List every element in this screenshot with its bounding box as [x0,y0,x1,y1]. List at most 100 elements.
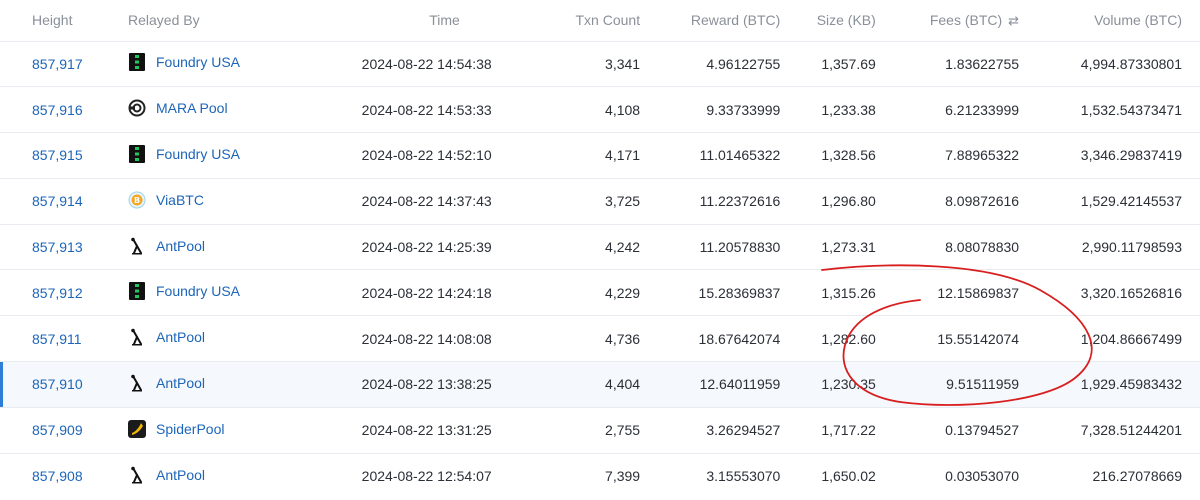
pool-link[interactable]: AntPool [156,467,205,483]
cell-fees: 0.13794527 [945,422,1020,439]
cell-size: 1,650.02 [821,468,876,485]
cell-height: 857,917 [0,41,126,87]
cell-size: 1,233.38 [821,101,876,118]
pool-link[interactable]: AntPool [156,238,205,254]
cell-volume: 1,532.54373471 [1080,101,1182,118]
cell-size: 1,717.22 [821,422,876,439]
cell-volume: 1,204.86667499 [1080,330,1182,347]
cell-volume: 7,328.51244201 [1080,422,1182,439]
cell-size: 1,282.60 [821,330,876,347]
block-height-link[interactable]: 857,910 [32,376,83,392]
cell-fees: 15.55142074 [937,330,1020,347]
antpool-icon [128,466,146,484]
table-row[interactable]: 857,908 AntPool 2024-08-22 12:54:07 7,399 3.… [0,453,1200,499]
cell-height: 857,911 [0,316,126,362]
svg-text:B: B [134,196,140,205]
viabtc-icon: B [128,191,146,209]
pool-link[interactable]: AntPool [156,375,205,391]
cell-volume: 1,929.45983432 [1080,376,1182,393]
cell-txn-count: 4,171 [605,147,641,164]
spiderpool-icon [127,419,146,438]
antpool-icon [128,374,146,392]
cell-relayed-by: AntPool [126,316,360,362]
cell-relayed-by: Foundry USA [126,270,360,316]
cell-time: 2024-08-22 14:52:10 [361,147,492,164]
column-header-volume[interactable]: Volume (BTC) [1019,0,1200,41]
cell-size: 1,230.35 [821,376,876,393]
cell-fees: 6.21233999 [945,101,1020,118]
cell-time: 2024-08-22 14:53:33 [361,101,492,118]
blocks-table: Height Relayed By Time Txn Count Reward … [0,0,1200,499]
cell-volume: 4,994.87330801 [1080,55,1182,72]
cell-txn-count: 7,399 [605,468,641,485]
antpool-icon [128,237,146,255]
pool-link[interactable]: MARA Pool [156,100,228,116]
cell-relayed-by: Foundry USA [126,133,360,179]
block-height-link[interactable]: 857,913 [32,239,83,255]
cell-relayed-by: SpiderPool [126,407,360,453]
column-header-height[interactable]: Height [0,0,126,41]
cell-volume: 3,320.16526816 [1080,284,1182,301]
cell-reward: 3.26294527 [706,422,781,439]
cell-height: 857,914 [0,178,126,224]
table-row[interactable]: 857,910 AntPool 2024-08-22 13:38:25 4,404 12… [0,361,1200,408]
table-header: Height Relayed By Time Txn Count Reward … [0,0,1200,41]
cell-time: 2024-08-22 14:54:38 [361,55,492,72]
pool-link[interactable]: ViaBTC [156,192,204,208]
table-row[interactable]: 857,915 Foundry USA 2024-08-22 14:52:10 4,1… [0,133,1200,179]
cell-relayed-by: AntPool [126,224,360,270]
cell-txn-count: 4,229 [605,284,641,301]
cell-reward: 3.15553070 [706,468,781,485]
pool-link[interactable]: SpiderPool [156,421,225,437]
block-height-link[interactable]: 857,911 [32,331,82,347]
block-height-link[interactable]: 857,917 [32,56,83,72]
cell-relayed-by: AntPool [126,362,360,408]
block-height-link[interactable]: 857,916 [32,102,83,118]
table-row[interactable]: 857,909 SpiderPool 2024-08-22 13:31:25 2,75… [0,407,1200,454]
antpool-icon [128,328,146,346]
column-header-relayed-by[interactable]: Relayed By [126,0,360,41]
cell-height: 857,916 [0,87,126,133]
foundry-icon [128,282,146,301]
foundry-icon [128,53,146,72]
block-height-link[interactable]: 857,915 [32,147,83,163]
cell-volume: 2,990.11798593 [1081,239,1182,256]
cell-time: 2024-08-22 13:38:25 [361,376,492,393]
cell-txn-count: 4,404 [605,376,641,393]
column-header-fees[interactable]: Fees (BTC) ⇄ [876,0,1019,41]
swap-icon[interactable]: ⇄ [1008,13,1019,29]
block-height-link[interactable]: 857,914 [32,193,83,209]
table-row[interactable]: 857,917 Foundry USA 2024-08-22 14:54:38 3,3… [0,41,1200,87]
cell-size: 1,273.31 [821,239,876,256]
table-row[interactable]: 857,911 AntPool 2024-08-22 14:08:08 4,736 18… [0,316,1200,362]
pool-link[interactable]: Foundry USA [156,146,240,162]
cell-size: 1,296.80 [821,193,876,210]
table-row[interactable]: 857,914 B ViaBTC 2024-08-22 14:37:43 3,725 11… [0,178,1200,225]
column-header-time[interactable]: Time [360,0,528,41]
block-height-link[interactable]: 857,909 [32,422,83,438]
cell-relayed-by: Foundry USA [126,41,360,87]
cell-txn-count: 4,242 [605,239,641,256]
cell-fees: 8.09872616 [945,193,1020,210]
column-header-reward[interactable]: Reward (BTC) [640,0,780,41]
column-header-fees-label: Fees (BTC) [929,11,1003,28]
column-header-size[interactable]: Size (KB) [780,0,876,41]
cell-height: 857,908 [0,453,126,499]
table-row[interactable]: 857,912 Foundry USA 2024-08-22 14:24:18 4,2… [0,270,1200,316]
block-height-link[interactable]: 857,912 [32,285,83,301]
cell-txn-count: 2,755 [605,422,641,439]
column-header-txn-count[interactable]: Txn Count [527,0,641,41]
cell-height: 857,915 [0,133,126,179]
cell-height: 857,912 [0,270,126,316]
pool-link[interactable]: Foundry USA [156,283,240,299]
cell-reward: 4.96122755 [706,55,781,72]
pool-link[interactable]: Foundry USA [156,54,240,70]
cell-time: 2024-08-22 13:31:25 [361,422,492,439]
table-row[interactable]: 857,916 MARA Pool 2024-08-22 14:53:33 4,108… [0,87,1200,133]
pool-link[interactable]: AntPool [156,329,205,345]
cell-height: 857,909 [0,407,126,453]
table-row[interactable]: 857,913 AntPool 2024-08-22 14:25:39 4,242 11… [0,224,1200,270]
cell-reward: 9.33733999 [706,101,781,118]
block-height-link[interactable]: 857,908 [32,468,83,484]
cell-fees: 8.08078830 [945,239,1020,256]
